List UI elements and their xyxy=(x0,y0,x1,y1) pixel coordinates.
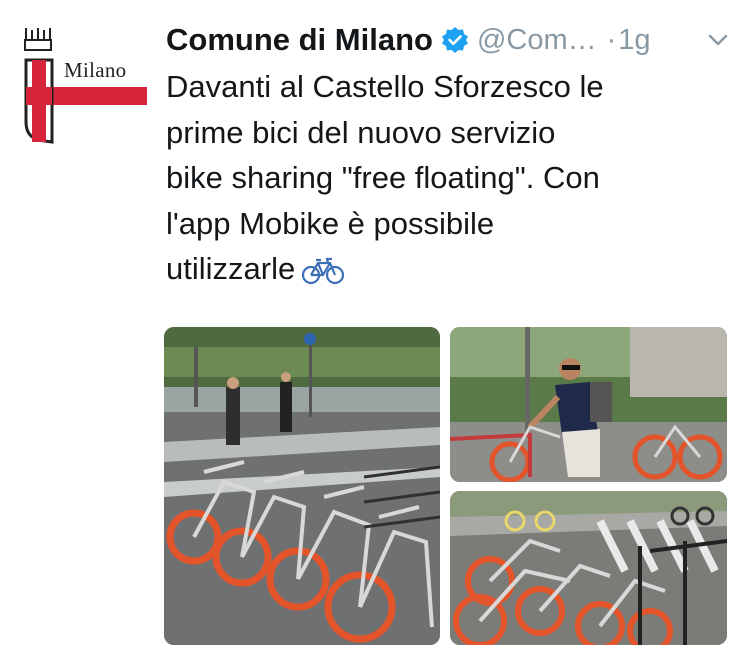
tweet-line: l'app Mobike è possibile xyxy=(166,205,495,241)
tweet-line: utilizzarle xyxy=(166,251,296,286)
media-grid xyxy=(164,327,727,645)
logo-text: Milano xyxy=(64,58,127,82)
chevron-down-icon[interactable] xyxy=(706,28,730,52)
bicycle-icon xyxy=(302,257,345,284)
author-handle[interactable]: @Com… xyxy=(477,24,597,57)
tweet-text: Davanti al Castello Sforzesco le prime b… xyxy=(166,64,726,292)
avatar[interactable]: Milano xyxy=(22,26,150,144)
time-separator: · xyxy=(606,23,617,56)
man-with-bike-photo[interactable] xyxy=(450,327,727,482)
tweet-line-last: utilizzarle xyxy=(166,246,726,292)
bikes-at-castello-photo[interactable] xyxy=(164,327,440,645)
tweet-line: prime bici del nuovo servizio xyxy=(166,114,556,150)
author-name[interactable]: Comune di Milano xyxy=(166,22,433,58)
milano-logo xyxy=(24,28,147,144)
tweet-line: bike sharing "free floating". Con xyxy=(166,160,600,195)
parked-bikes-photo[interactable] xyxy=(450,491,727,645)
tweet-timestamp[interactable]: 1g xyxy=(618,24,650,57)
tweet-header: Comune di Milano @Com… · 1g xyxy=(166,18,736,62)
verified-badge-icon xyxy=(441,27,468,53)
tweet-line: Davanti al Castello Sforzesco le xyxy=(166,69,604,104)
